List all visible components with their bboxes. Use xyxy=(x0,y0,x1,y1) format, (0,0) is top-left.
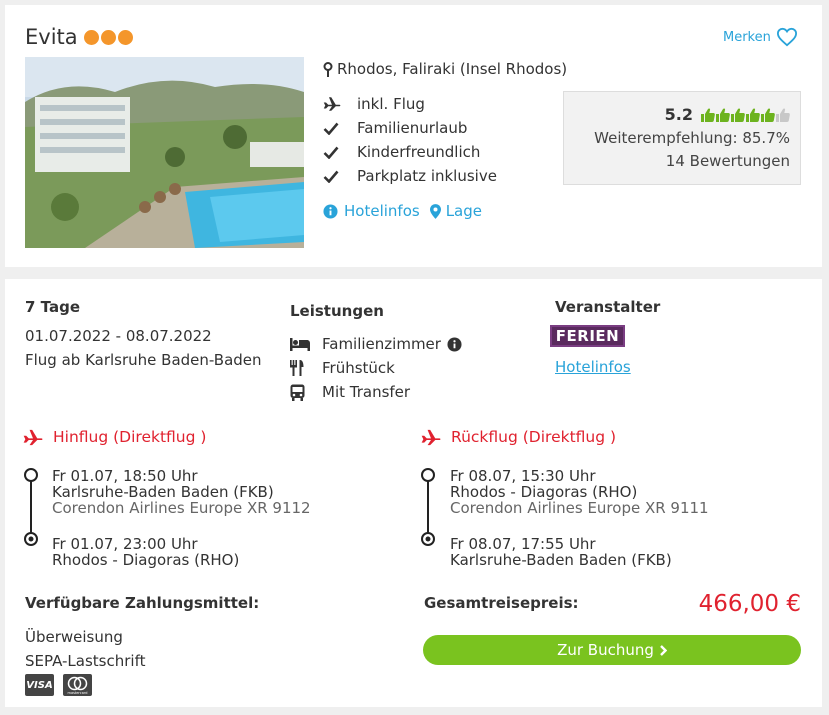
visa-card-icon: VISA xyxy=(25,674,54,696)
total-price-value: 466,00 € xyxy=(698,591,801,617)
location-text: Rhodos, Faliraki (Insel Rhodos) xyxy=(337,60,568,78)
plane-icon xyxy=(323,96,357,112)
rating-box[interactable]: 5.2 Weiterempfehlung: 85.7% 14 Bewertung… xyxy=(563,91,801,185)
service-label: Mit Transfer xyxy=(322,383,411,401)
category-dot xyxy=(83,29,99,45)
hotel-card: Evita Merken Rhodos, Faliraki (Insel Rho… xyxy=(5,5,822,267)
bus-icon xyxy=(290,384,322,401)
mastercard-icon: mastercard xyxy=(63,674,92,696)
info-icon[interactable] xyxy=(447,336,462,352)
hotel-links: Hotelinfos Lage xyxy=(323,202,482,220)
check-icon xyxy=(323,170,357,183)
thumb-up-filled-icon xyxy=(701,107,715,122)
hotelinfos-link[interactable]: Hotelinfos xyxy=(323,202,420,220)
check-icon xyxy=(323,122,357,135)
category-dot xyxy=(117,29,133,45)
services-title: Leistungen xyxy=(290,302,384,320)
lage-link[interactable]: Lage xyxy=(429,202,482,220)
payment-title: Verfügbare Zahlungsmittel: xyxy=(25,594,260,612)
duration: 7 Tage xyxy=(25,298,80,316)
outbound-flight-title: Hinflug (Direktflug ) xyxy=(53,428,207,446)
check-icon xyxy=(323,146,357,159)
booking-button-label: Zur Buchung xyxy=(557,641,654,659)
service-item: Familienzimmer xyxy=(290,332,462,356)
plane-icon xyxy=(22,429,44,446)
offer-card: 7 Tage 01.07.2022 - 08.07.2022 Flug ab K… xyxy=(5,279,822,707)
service-label: Frühstück xyxy=(322,359,395,377)
service-item: Mit Transfer xyxy=(290,380,462,404)
payment-method: Überweisung xyxy=(25,628,123,646)
service-label: Familienzimmer xyxy=(322,335,441,353)
info-icon xyxy=(323,203,338,219)
operator-title: Veranstalter xyxy=(555,298,661,316)
feature-item: inkl. Flug xyxy=(323,92,497,116)
hotel-title-row: Evita xyxy=(25,25,133,49)
rating-score-row: 5.2 xyxy=(564,105,790,124)
feature-list: inkl. Flug Familienurlaub Kinderfreundli… xyxy=(323,92,497,188)
return-timeline xyxy=(421,468,435,546)
bed-icon xyxy=(290,337,322,351)
cutlery-icon xyxy=(290,360,322,376)
booking-button[interactable]: Zur Buchung xyxy=(423,635,801,665)
thumb-up-filled-icon xyxy=(761,107,775,122)
outbound-arr-airport: Rhodos - Diagoras (RHO) xyxy=(52,551,240,569)
operator-logo-text: FERIEN xyxy=(555,327,620,345)
category-dots xyxy=(83,29,133,45)
hotelinfos-label: Hotelinfos xyxy=(344,202,420,220)
feature-label: Kinderfreundlich xyxy=(357,143,481,161)
chevron-right-icon xyxy=(660,644,667,656)
merken-button[interactable]: Merken xyxy=(723,27,798,47)
feature-item: Kinderfreundlich xyxy=(323,140,497,164)
hotel-image[interactable] xyxy=(25,57,304,248)
outbound-timeline xyxy=(24,468,38,546)
travel-dates: 01.07.2022 - 08.07.2022 xyxy=(25,327,212,345)
category-dot xyxy=(100,29,116,45)
visa-label: VISA xyxy=(26,679,53,691)
feature-label: Parkplatz inklusive xyxy=(357,167,497,185)
operator-hotelinfos-link[interactable]: Hotelinfos xyxy=(555,358,631,376)
departure-airport: Flug ab Karlsruhe Baden-Baden xyxy=(25,351,262,369)
lage-label: Lage xyxy=(445,202,482,220)
recommendation-text: Weiterempfehlung: 85.7% xyxy=(594,129,790,147)
operator-logo: FERIEN xyxy=(550,325,625,347)
thumb-up-filled-icon xyxy=(716,107,730,122)
thumb-up-filled-icon xyxy=(746,107,760,122)
thumb-up-filled-icon xyxy=(731,107,745,122)
hotel-location: Rhodos, Faliraki (Insel Rhodos) xyxy=(323,60,567,78)
service-item: Frühstück xyxy=(290,356,462,380)
map-pin-icon xyxy=(323,61,333,77)
mastercard-label: mastercard xyxy=(67,691,88,695)
payment-method: SEPA-Lastschrift xyxy=(25,652,146,670)
feature-item: Familienurlaub xyxy=(323,116,497,140)
outbound-flight-header: Hinflug (Direktflug ) xyxy=(22,428,206,447)
feature-label: Familienurlaub xyxy=(357,119,468,137)
plane-icon xyxy=(420,429,442,446)
feature-item: Parkplatz inklusive xyxy=(323,164,497,188)
rating-score: 5.2 xyxy=(664,105,693,124)
merken-label: Merken xyxy=(723,29,771,45)
heart-icon xyxy=(776,27,798,47)
outbound-airline: Corendon Airlines Europe XR 9112 xyxy=(52,499,311,517)
thumbs-rating xyxy=(701,107,790,122)
return-flight-header: Rückflug (Direktflug ) xyxy=(420,428,616,447)
feature-label: inkl. Flug xyxy=(357,95,425,113)
return-arr-airport: Karlsruhe-Baden Baden (FKB) xyxy=(450,551,672,569)
return-airline: Corendon Airlines Europe XR 9111 xyxy=(450,499,709,517)
total-price-label: Gesamtreisepreis: xyxy=(424,594,579,612)
reviews-count: 14 Bewertungen xyxy=(665,152,790,170)
return-flight-title: Rückflug (Direktflug ) xyxy=(451,428,617,446)
services-list: Familienzimmer Frühstück Mit Transfer xyxy=(290,332,462,404)
map-marker-icon xyxy=(429,203,441,219)
thumb-up-empty-icon xyxy=(776,107,790,122)
hotel-name[interactable]: Evita xyxy=(25,25,78,49)
